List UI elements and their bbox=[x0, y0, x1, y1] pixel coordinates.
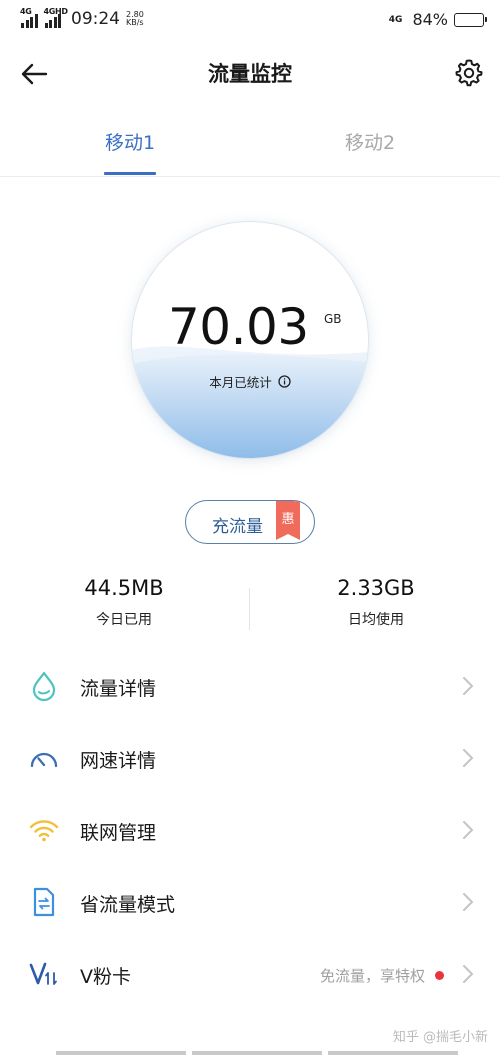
today-usage: 44.5MB 今日已用 bbox=[24, 576, 224, 629]
menu-item-label: 联网管理 bbox=[80, 822, 157, 844]
menu-item-label: 网速详情 bbox=[80, 750, 157, 772]
vfan-card-icon bbox=[28, 958, 60, 990]
settings-button[interactable] bbox=[452, 56, 486, 90]
menu-item-label: 流量详情 bbox=[80, 678, 157, 700]
status-bar-left: 4G 4GHD 09:24 2.80 KB/s bbox=[20, 7, 144, 30]
network-speed: 2.80 KB/s bbox=[126, 11, 144, 27]
usage-caption: 本月已统计 bbox=[132, 372, 368, 391]
app-header: 流量监控 bbox=[0, 44, 500, 102]
data-saver-file-icon bbox=[28, 886, 60, 918]
vfan-card-promo-text: 免流量，享特权 bbox=[319, 967, 425, 985]
watermark: 知乎 @揣毛小新 bbox=[392, 1030, 488, 1045]
network-type-indicator: 4G bbox=[388, 14, 403, 25]
chevron-right-icon bbox=[463, 821, 473, 839]
usage-stats: 44.5MB 今日已用 2.33GB 日均使用 bbox=[0, 576, 500, 636]
chevron-right-icon bbox=[463, 965, 473, 983]
chevron-right-icon bbox=[463, 677, 473, 695]
usage-caption-label: 本月已统计 bbox=[209, 375, 272, 390]
notification-dot bbox=[435, 971, 444, 980]
menu-item-label: V粉卡 bbox=[80, 966, 131, 988]
chevron-right-icon bbox=[463, 893, 473, 911]
clock: 09:24 bbox=[71, 9, 120, 29]
stats-divider bbox=[249, 588, 250, 630]
menu-item-vfan-card[interactable]: V粉卡 免流量，享特权 bbox=[0, 938, 500, 1010]
status-bar: 4G 4GHD 09:24 2.80 KB/s 4G 84% bbox=[0, 0, 500, 40]
status-bar-right: 4G 84% bbox=[388, 10, 487, 29]
chevron-right-icon bbox=[463, 749, 473, 767]
battery-percent: 84% bbox=[412, 10, 448, 29]
monthly-usage-value: 70.03 bbox=[168, 298, 309, 356]
vfan-card-promo: 免流量，享特权 bbox=[320, 965, 444, 986]
sim2-network-type: 4GHD bbox=[43, 7, 69, 16]
today-usage-value: 44.5MB bbox=[84, 576, 164, 600]
menu-item-network-management[interactable]: 联网管理 bbox=[0, 794, 500, 866]
daily-average-usage: 2.33GB 日均使用 bbox=[276, 576, 476, 629]
info-icon[interactable] bbox=[278, 375, 291, 388]
menu-item-speed-details[interactable]: 网速详情 bbox=[0, 722, 500, 794]
daily-average-label: 日均使用 bbox=[348, 612, 404, 628]
tab-sim1[interactable]: 移动1 bbox=[50, 128, 210, 155]
today-usage-label: 今日已用 bbox=[96, 612, 152, 628]
monthly-usage-unit: GB bbox=[324, 312, 342, 326]
sim-tabs: 移动1 移动2 bbox=[0, 120, 500, 177]
page-title: 流量监控 bbox=[208, 62, 292, 86]
recharge-button[interactable]: 充流量 惠 bbox=[185, 500, 315, 544]
tab-sim2[interactable]: 移动2 bbox=[290, 128, 450, 155]
gear-icon bbox=[455, 59, 483, 87]
menu-item-data-saver[interactable]: 省流量模式 bbox=[0, 866, 500, 938]
sim2-signal-icon: 4GHD bbox=[44, 8, 68, 28]
bottom-edge-bar bbox=[0, 1051, 500, 1055]
active-tab-indicator bbox=[104, 172, 156, 175]
battery-icon bbox=[454, 12, 487, 27]
sim1-network-type: 4G bbox=[20, 7, 32, 16]
speedometer-icon bbox=[28, 742, 60, 774]
menu-item-label: 省流量模式 bbox=[80, 894, 176, 916]
sim1-signal-icon: 4G bbox=[20, 7, 38, 28]
network-speed-unit: KB/s bbox=[126, 18, 144, 27]
usage-gauge: 70.03 GB 本月已统计 bbox=[132, 222, 368, 458]
droplet-icon bbox=[28, 670, 60, 702]
daily-average-value: 2.33GB bbox=[337, 576, 415, 600]
menu-item-traffic-details[interactable]: 流量详情 bbox=[0, 650, 500, 722]
wifi-icon bbox=[28, 814, 60, 846]
discount-badge: 惠 bbox=[276, 501, 300, 540]
recharge-label: 充流量 bbox=[212, 517, 263, 537]
